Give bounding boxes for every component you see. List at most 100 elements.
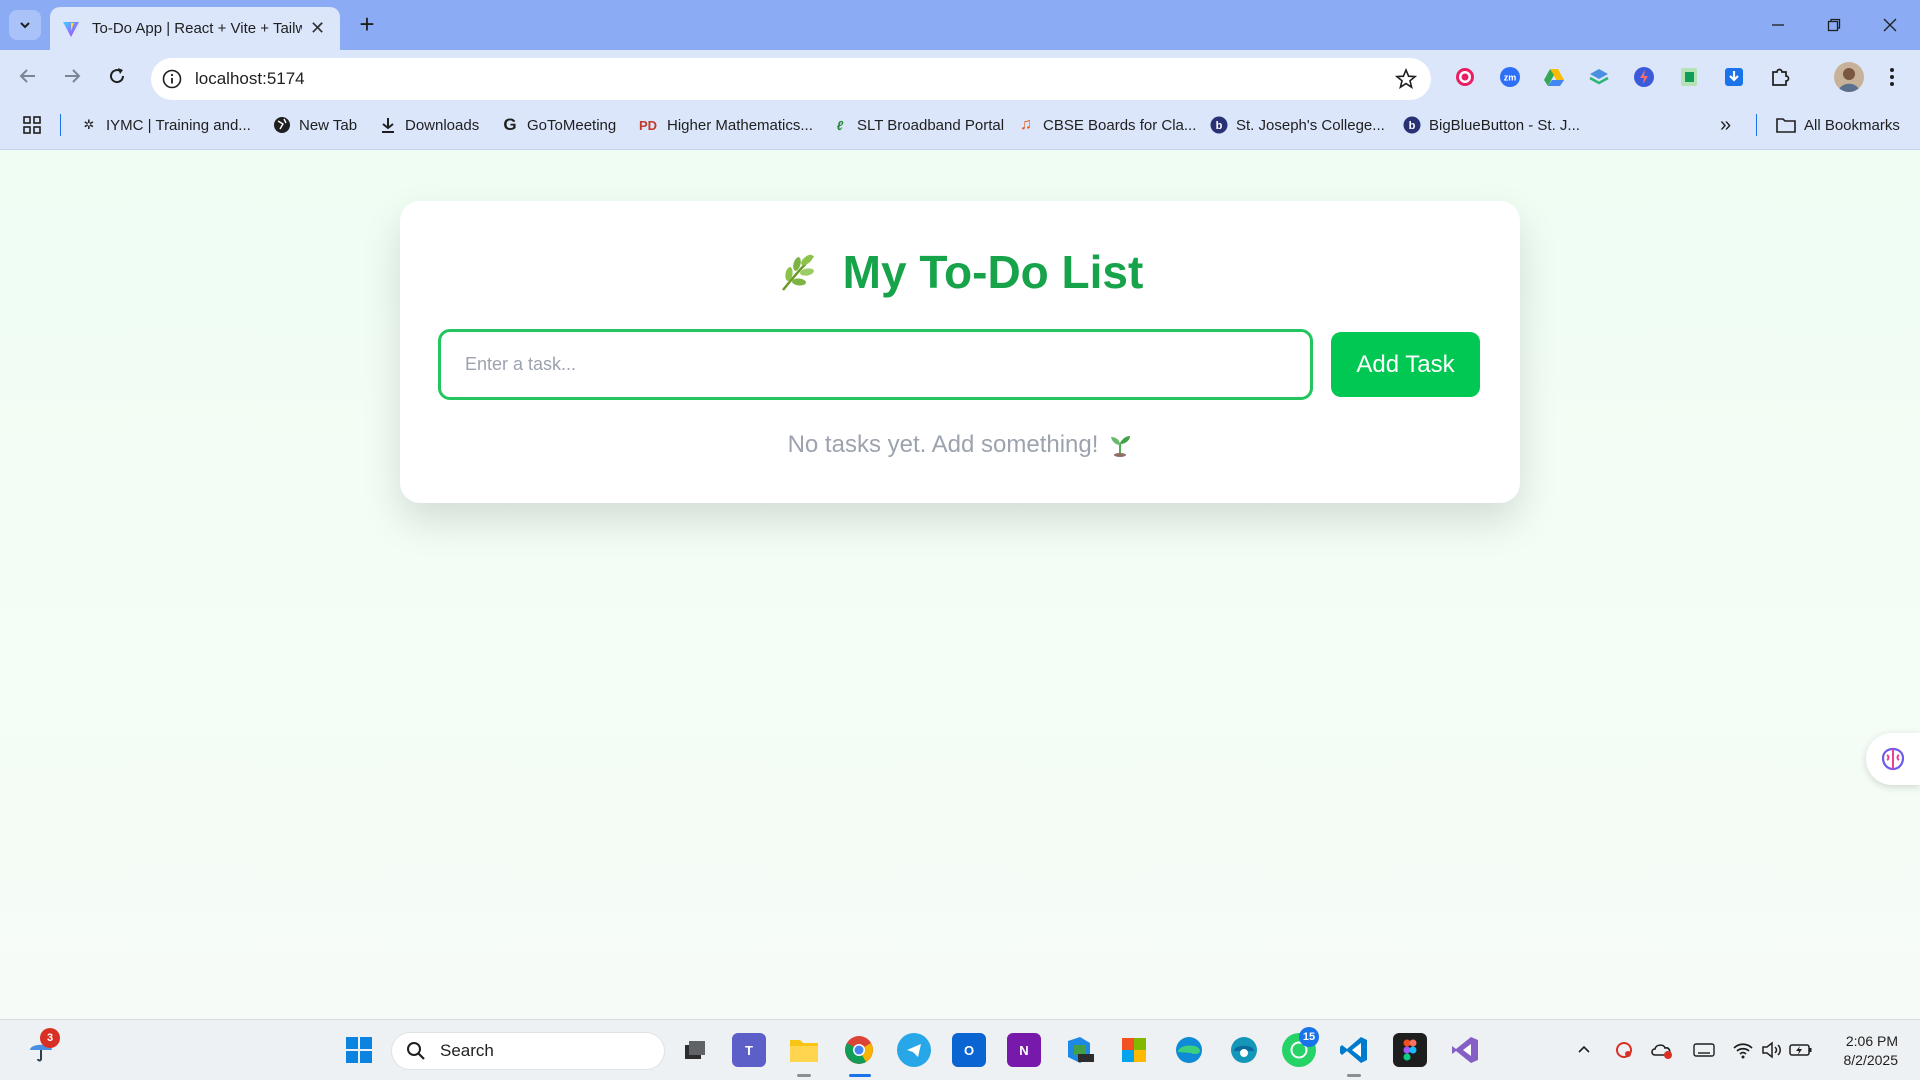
active-indicator [849, 1074, 871, 1077]
bookmark-label: CBSE Boards for Cla... [1043, 116, 1197, 134]
site-info-icon[interactable] [161, 68, 183, 90]
microsoft-365-icon[interactable] [1062, 1033, 1096, 1067]
restore-button[interactable] [1816, 10, 1852, 40]
bookmark-gotomeeting[interactable]: G GoToMeeting [501, 113, 616, 137]
outlook-icon[interactable]: O [952, 1033, 986, 1067]
onedrive-error-icon[interactable] [1650, 1038, 1674, 1062]
globe-icon [273, 116, 291, 134]
empty-state-text: No tasks yet. Add something! [787, 431, 1099, 458]
download-icon [379, 116, 397, 134]
bookmarks-overflow-button[interactable]: » [1720, 113, 1731, 137]
page-title: My To-Do List [400, 245, 1520, 299]
extension-target-icon[interactable] [1453, 65, 1477, 89]
clock-date: 8/2/2025 [1843, 1052, 1899, 1068]
svg-text:b: b [1216, 120, 1223, 132]
bolt-extension-icon[interactable] [1632, 65, 1656, 89]
search-icon [407, 1042, 425, 1060]
bookmark-label: Higher Mathematics... [667, 116, 813, 134]
whatsapp-badge: 15 [1299, 1027, 1319, 1047]
new-tab-button[interactable]: + [352, 10, 382, 40]
weather-badge: 3 [40, 1028, 60, 1048]
close-tab-icon[interactable]: ✕ [310, 18, 325, 39]
bookmark-divider [1756, 114, 1757, 136]
restore-icon [1827, 18, 1841, 32]
running-indicator [1347, 1074, 1361, 1077]
bookmark-downloads[interactable]: Downloads [379, 113, 479, 137]
battery-icon[interactable] [1789, 1038, 1813, 1062]
visual-studio-icon[interactable] [1448, 1033, 1482, 1067]
wifi-icon[interactable] [1731, 1038, 1755, 1062]
zoom-extension-icon[interactable]: zm [1498, 65, 1522, 89]
add-task-button[interactable]: Add Task [1331, 332, 1480, 397]
reload-icon [110, 68, 125, 84]
figma-icon[interactable] [1393, 1033, 1427, 1067]
gotomeeting-icon: G [503, 115, 517, 134]
bookmark-label: SLT Broadband Portal [857, 116, 1005, 134]
store-icon[interactable] [1117, 1033, 1151, 1067]
chevron-down-icon [20, 22, 30, 29]
edge-beta-icon[interactable] [1227, 1033, 1261, 1067]
edge-icon[interactable] [1172, 1033, 1206, 1067]
music-note-icon: ♫ [1020, 116, 1032, 133]
bookmark-bigbluebutton[interactable]: b BigBlueButton - St. J... [1403, 113, 1580, 137]
bookmark-slt-broadband[interactable]: ℓ SLT Broadband Portal [831, 113, 1004, 137]
bigbluebutton-icon: b [1210, 116, 1228, 134]
keyboard-icon[interactable] [1692, 1038, 1716, 1062]
vscode-icon[interactable] [1337, 1033, 1371, 1067]
teams-icon[interactable]: T [732, 1033, 766, 1067]
bookmark-star-icon[interactable] [1395, 68, 1417, 90]
taskbar-search[interactable]: Search [391, 1032, 665, 1070]
bookmark-st-josephs[interactable]: b St. Joseph's College... [1210, 113, 1385, 137]
folder-icon [1776, 116, 1796, 134]
pd-icon: PD [638, 117, 658, 133]
download-extension-icon[interactable] [1722, 65, 1746, 89]
title-text: My To-Do List [842, 246, 1144, 298]
address-bar[interactable]: localhost:5174 [151, 58, 1431, 100]
file-explorer-icon[interactable] [787, 1033, 821, 1067]
extensions-puzzle-icon[interactable] [1768, 65, 1792, 89]
back-button[interactable] [12, 60, 44, 92]
system-clock[interactable]: 2:06 PM 8/2/2025 [1844, 1032, 1899, 1070]
apps-grid-button[interactable] [22, 113, 42, 137]
url-text: localhost:5174 [195, 69, 305, 88]
task-input[interactable] [438, 329, 1313, 400]
windows-logo-icon [346, 1037, 372, 1063]
close-window-button[interactable] [1872, 10, 1908, 40]
bookmark-iymc[interactable]: ✲ IYMC | Training and... [80, 113, 251, 137]
side-assistant-widget[interactable] [1866, 733, 1920, 785]
tab-search-button[interactable] [9, 10, 41, 40]
sheets-extension-icon[interactable] [1677, 65, 1701, 89]
minimize-button[interactable] [1760, 10, 1796, 40]
seedling-icon [1111, 436, 1131, 457]
bigbluebutton-icon: b [1403, 116, 1421, 134]
all-bookmarks-label: All Bookmarks [1804, 116, 1900, 134]
bookmark-label: St. Joseph's College... [1236, 116, 1385, 134]
bookmark-divider [60, 114, 61, 136]
chrome-icon[interactable] [842, 1033, 876, 1067]
windows-taskbar: 3 Search T O N 15 2:06 PM 8/2/2025 [0, 1019, 1920, 1080]
profile-avatar[interactable] [1834, 62, 1864, 92]
bookmark-new-tab[interactable]: New Tab [273, 113, 357, 137]
page-viewport: My To-Do List Add Task No tasks yet. Add… [0, 151, 1920, 1019]
task-view-icon[interactable] [678, 1033, 712, 1067]
reload-button[interactable] [101, 60, 133, 92]
back-arrow-icon [19, 69, 35, 83]
brain-icon [1881, 747, 1905, 771]
onenote-icon[interactable]: N [1007, 1033, 1041, 1067]
forward-button[interactable] [56, 60, 88, 92]
apps-grid-icon [23, 116, 41, 134]
all-bookmarks-button[interactable]: All Bookmarks [1776, 113, 1900, 137]
bookmark-higher-mathematics[interactable]: PD Higher Mathematics... [637, 113, 813, 137]
telegram-icon[interactable] [897, 1033, 931, 1067]
stack-extension-icon[interactable] [1587, 65, 1611, 89]
todo-card: My To-Do List Add Task No tasks yet. Add… [400, 201, 1520, 503]
start-button[interactable] [342, 1033, 376, 1067]
browser-tab[interactable]: To-Do App | React + Vite + Tailw ✕ [50, 7, 340, 50]
kebab-menu-icon[interactable] [1880, 65, 1904, 89]
app-tray-icon[interactable] [1612, 1038, 1636, 1062]
google-drive-icon[interactable] [1542, 65, 1566, 89]
tab-title: To-Do App | React + Vite + Tailw [92, 20, 302, 37]
show-hidden-icons-chevron[interactable] [1572, 1038, 1596, 1062]
bookmark-cbse-boards[interactable]: ♫ CBSE Boards for Cla... [1017, 113, 1196, 137]
volume-icon[interactable] [1760, 1038, 1784, 1062]
